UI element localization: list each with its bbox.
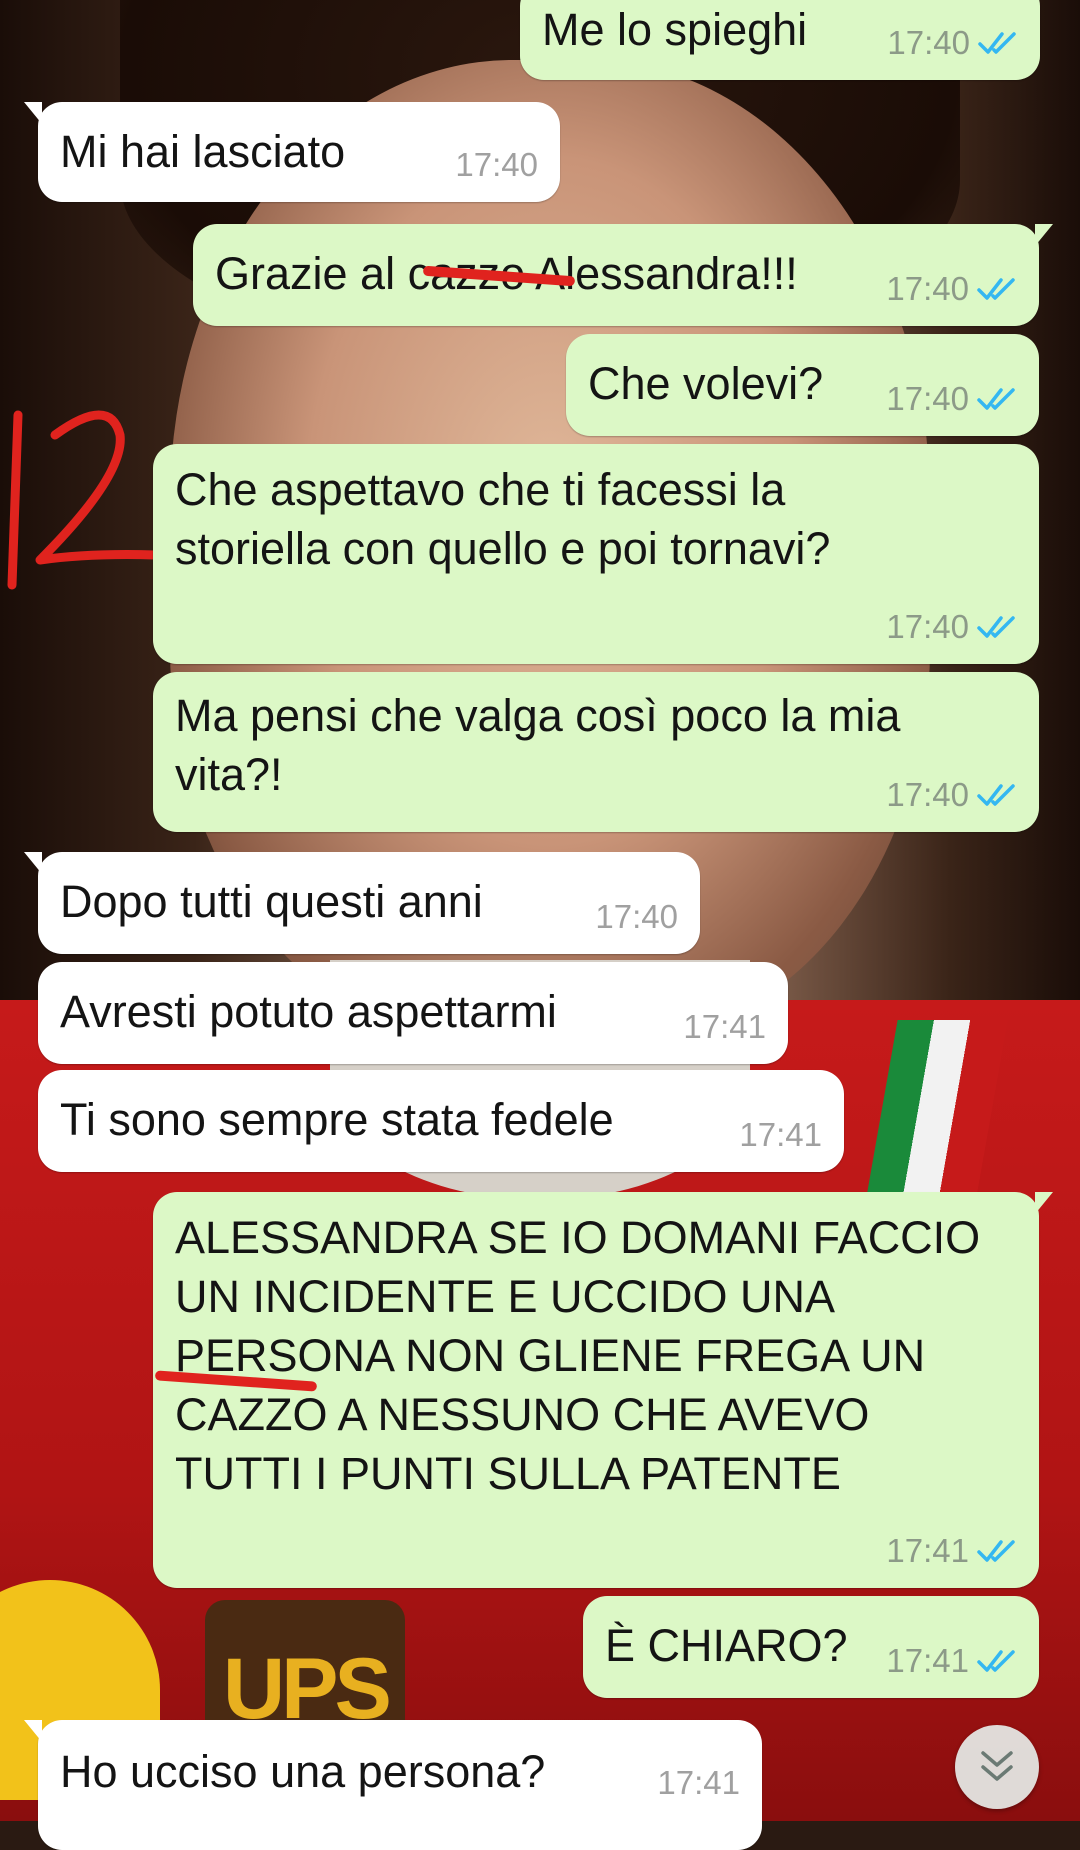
- message-text: Che aspettavo che ti facessi la storiell…: [175, 464, 831, 574]
- message-bubble-incoming[interactable]: Ti sono sempre stata fedele 17:41: [38, 1070, 844, 1172]
- message-text: Avresti potuto aspettarmi: [60, 986, 557, 1037]
- message-bubble-outgoing[interactable]: Grazie al cazzo Alessandra!!! 17:40: [193, 224, 1053, 326]
- message-time: 17:41: [683, 1008, 766, 1045]
- scroll-to-bottom-button[interactable]: [955, 1725, 1039, 1809]
- message-bubble-outgoing[interactable]: ALESSANDRA SE IO DOMANI FACCIO UN INCIDE…: [153, 1192, 1053, 1588]
- message-text: ALESSANDRA SE IO DOMANI FACCIO UN INCIDE…: [175, 1212, 981, 1499]
- message-text: Dopo tutti questi anni: [60, 876, 483, 927]
- message-time: 17:40: [886, 608, 969, 645]
- double-check-icon: [977, 784, 1015, 806]
- message-time: 17:40: [886, 270, 969, 307]
- message-bubble-outgoing[interactable]: È CHIARO? 17:41: [583, 1596, 1039, 1698]
- message-time: 17:41: [886, 1642, 969, 1679]
- chevron-double-down-icon: [981, 1751, 1013, 1781]
- double-check-icon: [977, 388, 1015, 410]
- bubble-tail: [24, 1720, 42, 1742]
- message-time: 17:41: [657, 1764, 740, 1801]
- message-time: 17:40: [886, 776, 969, 813]
- double-check-icon: [977, 278, 1015, 300]
- message-text: Ti sono sempre stata fedele: [60, 1094, 614, 1145]
- message-time: 17:40: [887, 24, 970, 61]
- message-bubble-incoming[interactable]: Ho ucciso una persona? 17:41: [24, 1720, 762, 1850]
- message-bubble-incoming[interactable]: Dopo tutti questi anni 17:40: [24, 852, 700, 954]
- message-time: 17:40: [886, 380, 969, 417]
- message-text: Mi hai lasciato: [60, 126, 346, 177]
- message-time: 17:40: [455, 146, 538, 183]
- bubble-tail: [1035, 1192, 1053, 1214]
- double-check-icon: [977, 1650, 1015, 1672]
- message-bubble-incoming[interactable]: Mi hai lasciato 17:40: [24, 102, 560, 202]
- message-bubble-outgoing[interactable]: Che volevi? 17:40: [566, 334, 1039, 436]
- message-bubble-outgoing[interactable]: Me lo spieghi 17:40: [520, 0, 1040, 80]
- double-check-icon: [977, 1540, 1015, 1562]
- message-bubble-outgoing[interactable]: Che aspettavo che ti facessi la storiell…: [153, 444, 1039, 664]
- message-time: 17:41: [886, 1532, 969, 1569]
- message-text: È CHIARO?: [605, 1620, 848, 1671]
- double-check-icon: [978, 32, 1016, 54]
- bubble-tail: [1035, 224, 1053, 246]
- message-text: Ma pensi che valga così poco la mia vita…: [175, 690, 901, 800]
- double-check-icon: [977, 616, 1015, 638]
- bubble-tail: [24, 852, 42, 874]
- message-bubble-incoming[interactable]: Avresti potuto aspettarmi 17:41: [38, 962, 788, 1064]
- message-text: Me lo spieghi: [542, 4, 808, 55]
- message-time: 17:40: [595, 898, 678, 935]
- bubble-tail: [24, 102, 42, 124]
- message-bubble-outgoing[interactable]: Ma pensi che valga così poco la mia vita…: [153, 672, 1039, 832]
- red-annotation-scribble: [7, 410, 160, 590]
- message-text: Ho ucciso una persona?: [60, 1746, 546, 1797]
- message-time: 17:41: [739, 1116, 822, 1153]
- message-text: Che volevi?: [588, 358, 824, 409]
